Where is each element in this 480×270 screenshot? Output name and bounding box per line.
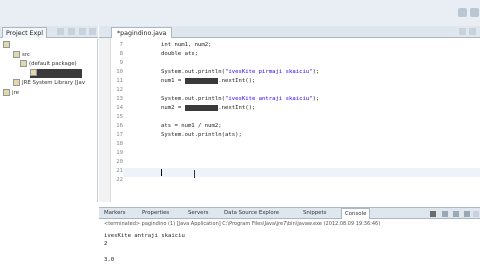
- source-folder-icon: [13, 51, 20, 58]
- remove-launch-icon[interactable]: [442, 211, 448, 217]
- tree-item-project[interactable]: [3, 41, 12, 50]
- editor-gutter: [99, 38, 111, 202]
- code-token: .nextInt();: [218, 105, 256, 111]
- code-line: System.out.println(ats);: [161, 132, 242, 138]
- tab-editor-file[interactable]: *pagindino.java: [111, 27, 173, 38]
- library-icon: [13, 79, 20, 86]
- code-token: num1 =: [161, 78, 185, 84]
- code-line: num1 = klaviatura.nextInt();: [161, 77, 255, 86]
- line-number: 19: [116, 150, 123, 156]
- line-number: 8: [119, 51, 123, 57]
- code-editor[interactable]: [99, 38, 480, 202]
- collapse-all-icon[interactable]: [57, 28, 64, 35]
- line-number: 17: [116, 132, 123, 138]
- code-line: System.out.println("ivesKite pirmaji ska…: [161, 68, 319, 77]
- code-token: .nextInt();: [218, 78, 256, 84]
- tree-item-second-project[interactable]: jre: [3, 89, 19, 98]
- link-with-editor-icon[interactable]: [68, 28, 75, 35]
- terminate-icon[interactable]: [430, 211, 436, 217]
- string-literal: "ivesKite antraji skaiciu": [225, 96, 313, 102]
- string-literal: "ivesKite pirmaji skaiciu": [225, 69, 313, 75]
- text-caret: [161, 169, 162, 176]
- tab-label: Data Source Explore: [224, 210, 280, 216]
- tree-label: pagindino.java: [39, 70, 79, 76]
- tree-item-src[interactable]: src: [13, 51, 30, 60]
- minimize-icon[interactable]: [89, 28, 96, 35]
- line-number: 12: [116, 87, 123, 93]
- line-number: 7: [119, 42, 123, 48]
- project-folder-icon: [3, 89, 10, 96]
- code-token: );: [312, 96, 320, 102]
- line-number: 9: [119, 60, 123, 66]
- line-number: 15: [116, 114, 123, 120]
- code-token: System.out.println(: [161, 69, 225, 75]
- project-explorer-tree: src (default package) pagindino.java JRE…: [0, 39, 98, 202]
- tab-project-explorer[interactable]: Project Expl: [2, 27, 47, 38]
- minimize-editor-icon[interactable]: [459, 28, 466, 35]
- line-number: 20: [116, 159, 123, 165]
- code-line: ats = num1 / num2;: [161, 123, 222, 129]
- tree-item-jre[interactable]: JRE System Library [Jav: [13, 79, 85, 88]
- highlighted-identifier: klaviatura: [184, 78, 219, 84]
- line-numbers: 7 8 9 10 11 12 13 14 15 16 17 18 19 20 21 22: [111, 38, 123, 202]
- top-toolbar: [0, 0, 480, 26]
- console-line: ivesKite antraji skaiciu: [104, 233, 185, 239]
- tab-label: Console: [345, 211, 367, 217]
- line-number: 13: [116, 96, 123, 102]
- package-icon: [20, 60, 27, 67]
- tab-data-source-explorer[interactable]: Data Source Explore: [224, 208, 279, 219]
- line-number: 22: [116, 177, 123, 183]
- view-menu-icon[interactable]: [473, 211, 479, 217]
- code-token: num2 =: [161, 105, 185, 111]
- code-token: System.out.println(: [161, 96, 225, 102]
- code-line: int num1, num2;: [161, 42, 212, 48]
- console-status-line: <terminated> pagindino (1) [Java Applica…: [104, 221, 381, 227]
- tab-label: Servers: [188, 210, 209, 216]
- highlighted-identifier: klaviatura: [184, 105, 219, 111]
- code-line: num2 = klaviatura.nextInt();: [161, 104, 255, 113]
- pin-console-icon[interactable]: [464, 211, 470, 217]
- perspective-icon[interactable]: [458, 8, 467, 17]
- tab-servers[interactable]: Servers: [188, 208, 209, 219]
- tab-label: Properties: [142, 210, 170, 216]
- maximize-editor-icon[interactable]: [469, 28, 476, 35]
- line-number: 10: [116, 69, 123, 75]
- tree-label: jre: [12, 90, 19, 96]
- tree-item-java-file[interactable]: pagindino.java: [30, 69, 82, 78]
- editor-tab-label: *pagindino.java: [117, 30, 167, 37]
- tab-label: Markers: [104, 210, 126, 216]
- clear-console-icon[interactable]: [453, 211, 459, 217]
- console-line: 2: [104, 241, 108, 247]
- code-line: double ats;: [161, 51, 199, 57]
- project-folder-icon: [3, 41, 10, 48]
- tab-label: Snippets: [303, 210, 327, 216]
- line-number: 21: [116, 168, 123, 174]
- tree-label: (default package): [29, 61, 77, 67]
- line-number: 11: [116, 78, 123, 84]
- tab-snippets[interactable]: Snippets: [303, 208, 326, 219]
- explorer-tab-label: Project Expl: [6, 30, 43, 37]
- code-line: System.out.println("ivesKite antraji ska…: [161, 95, 319, 104]
- code-token: );: [312, 69, 320, 75]
- view-menu-icon[interactable]: [79, 28, 86, 35]
- current-line-highlight: [123, 168, 480, 177]
- console-line: 3.0: [104, 257, 115, 263]
- tree-label: JRE System Library [Jav: [22, 80, 86, 86]
- java-perspective-icon[interactable]: [470, 8, 479, 17]
- tree-label: src: [22, 52, 30, 58]
- tree-item-default-package[interactable]: (default package): [20, 60, 77, 69]
- tab-properties[interactable]: Properties: [142, 208, 169, 219]
- line-number: 16: [116, 123, 123, 129]
- line-number: 14: [116, 105, 123, 111]
- mouse-ibeam-cursor: [194, 170, 195, 178]
- java-file-icon: [30, 69, 37, 76]
- line-number: 18: [116, 141, 123, 147]
- tab-markers[interactable]: Markers: [104, 208, 125, 219]
